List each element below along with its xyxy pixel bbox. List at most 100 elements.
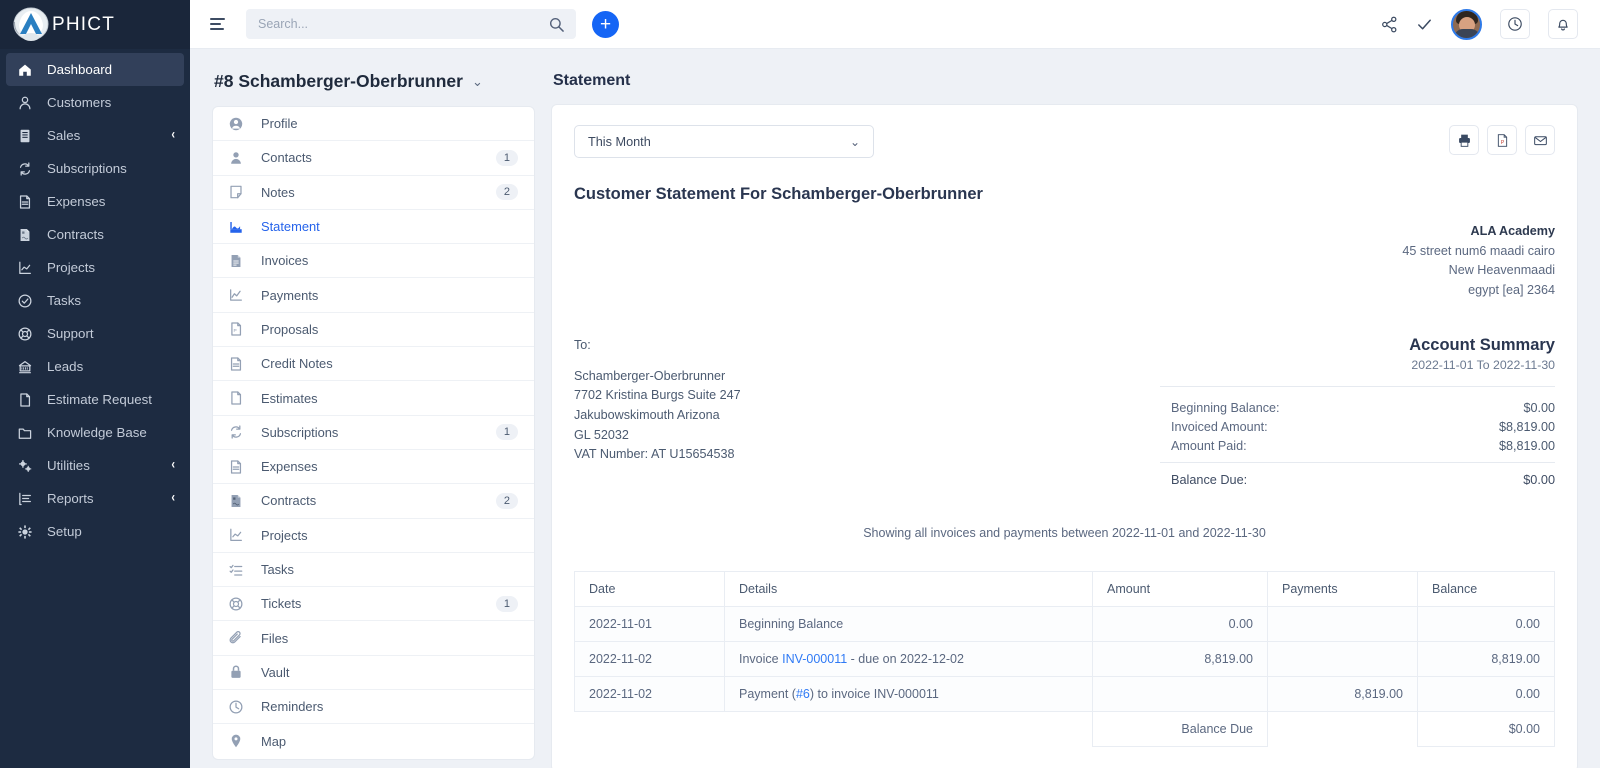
avatar[interactable] bbox=[1451, 8, 1482, 40]
customer-menu-item-subscriptions[interactable]: Subscriptions 1 bbox=[213, 416, 534, 450]
sidebar-item-tasks[interactable]: Tasks bbox=[6, 284, 184, 317]
sidebar-item-setup[interactable]: Setup bbox=[6, 515, 184, 548]
sidebar-item-contracts[interactable]: Contracts bbox=[6, 218, 184, 251]
summary-row: Amount Paid: $8,819.00 bbox=[1160, 434, 1555, 453]
detail-post: - due on 2022-12-02 bbox=[847, 652, 964, 667]
refresh-icon bbox=[17, 161, 37, 177]
customer-menu-item-reminders[interactable]: Reminders bbox=[213, 690, 534, 725]
customer-menu-item-label: Tasks bbox=[261, 562, 294, 577]
to-address: To: Schamberger-Oberbrunner 7702 Kristin… bbox=[574, 336, 741, 487]
footer-balance-label: Balance Due bbox=[1092, 711, 1268, 748]
summary-row-label: Invoiced Amount: bbox=[1171, 420, 1268, 435]
customer-menu-item-expenses[interactable]: Expenses bbox=[213, 450, 534, 485]
period-select[interactable]: This Month ⌄ bbox=[574, 125, 874, 158]
customer-menu-item-contracts[interactable]: Contracts 2 bbox=[213, 484, 534, 519]
estimate-icon bbox=[228, 390, 247, 406]
table-row: 2022-11-01 Beginning Balance 0.00 0.00 bbox=[574, 606, 1555, 643]
customer-menu-item-profile[interactable]: Profile bbox=[213, 107, 534, 142]
contract-icon bbox=[17, 227, 37, 243]
clock-icon[interactable] bbox=[1500, 9, 1530, 39]
customer-menu-item-proposals[interactable]: P Proposals bbox=[213, 313, 534, 348]
org-line1: 45 street num6 maadi cairo bbox=[1402, 243, 1555, 258]
customer-menu-item-statement[interactable]: Statement bbox=[213, 210, 534, 245]
customer-menu-item-label: Notes bbox=[261, 184, 295, 200]
customer-menu-item-tickets[interactable]: Tickets 1 bbox=[213, 587, 534, 622]
chevron-down-icon[interactable]: ⌄ bbox=[472, 74, 483, 90]
share-icon[interactable] bbox=[1381, 16, 1398, 33]
sidebar-item-label: Contracts bbox=[47, 227, 104, 242]
customer-menu-item-label: Expenses bbox=[261, 459, 318, 475]
sidebar-item-projects[interactable]: Projects bbox=[6, 251, 184, 284]
sidebar-item-utilities[interactable]: Utilities ‹ bbox=[6, 449, 184, 482]
cell-payments bbox=[1267, 606, 1418, 643]
table-row: 2022-11-02 Payment (#6) to invoice INV-00… bbox=[574, 676, 1555, 713]
customer-menu-item-label: Tickets bbox=[261, 596, 302, 612]
sidebar-item-customers[interactable]: Customers bbox=[6, 86, 184, 119]
customer-menu-item-label: Subscriptions bbox=[261, 424, 339, 440]
chevron-left-icon[interactable]: ‹ bbox=[171, 458, 175, 473]
customer-title-row[interactable]: #8 Schamberger-Oberbrunner ⌄ bbox=[212, 49, 535, 106]
to-line1: 7702 Kristina Burgs Suite 247 bbox=[574, 388, 741, 403]
sidebar-item-dashboard[interactable]: Dashboard bbox=[6, 53, 184, 86]
hamburger-icon[interactable] bbox=[206, 13, 228, 35]
search-box[interactable] bbox=[246, 9, 576, 39]
refresh-icon bbox=[228, 424, 247, 440]
customer-menu-item-invoices[interactable]: Invoices bbox=[213, 244, 534, 279]
cell-balance: 8,819.00 bbox=[1417, 641, 1555, 678]
customer-menu-item-label: Reminders bbox=[261, 699, 324, 715]
cell-date: 2022-11-02 bbox=[574, 676, 725, 713]
brand-logo-area[interactable]: PHICT bbox=[0, 0, 190, 49]
cell-payments bbox=[1267, 641, 1418, 678]
add-new-button[interactable]: + bbox=[592, 10, 619, 38]
sidebar-item-label: Subscriptions bbox=[47, 161, 127, 176]
sidebar-item-estimate-request[interactable]: Estimate Request bbox=[6, 383, 184, 416]
detail-link[interactable]: #6 bbox=[796, 687, 810, 701]
search-input[interactable] bbox=[258, 17, 549, 31]
customer-menu-item-files[interactable]: Files bbox=[213, 621, 534, 656]
sidebar-item-reports[interactable]: Reports ‹ bbox=[6, 482, 184, 515]
customer-menu-item-tasks[interactable]: Tasks bbox=[213, 553, 534, 588]
svg-text:P: P bbox=[234, 328, 237, 334]
chevron-left-icon[interactable]: ‹ bbox=[171, 491, 175, 506]
customer-menu: Profile Contacts 1 Notes 2 Statement Invoices P… bbox=[212, 106, 535, 760]
chevron-left-icon[interactable]: ‹ bbox=[171, 128, 175, 143]
pdf-button[interactable]: P bbox=[1487, 125, 1517, 155]
print-button[interactable] bbox=[1449, 125, 1479, 155]
detail-link[interactable]: INV-000011 bbox=[782, 652, 847, 666]
document-icon bbox=[17, 392, 37, 408]
project-chart-icon bbox=[17, 260, 37, 276]
footer-blank-1 bbox=[574, 711, 725, 747]
customer-menu-item-projects[interactable]: Projects bbox=[213, 519, 534, 553]
customer-menu-item-payments[interactable]: Payments bbox=[213, 278, 534, 313]
sidebar-item-leads[interactable]: Leads bbox=[6, 350, 184, 383]
sidebar-item-subscriptions[interactable]: Subscriptions bbox=[6, 152, 184, 185]
customer-menu-item-map[interactable]: Map bbox=[213, 724, 534, 758]
customer-menu-item-contacts[interactable]: Contacts 1 bbox=[213, 141, 534, 176]
main-area: + bbox=[190, 0, 1600, 768]
customer-menu-item-label: Statement bbox=[261, 219, 320, 235]
customer-menu-item-estimates[interactable]: Estimates bbox=[213, 381, 534, 416]
org-line2: New Heavenmaadi bbox=[1448, 263, 1555, 278]
sidebar-item-sales[interactable]: Sales ‹ bbox=[6, 119, 184, 152]
customer-menu-item-notes[interactable]: Notes 2 bbox=[213, 176, 534, 210]
table-row: 2022-11-02 Invoice INV-000011 - due on 20… bbox=[574, 641, 1555, 678]
col-details: Details bbox=[724, 571, 1093, 608]
check-icon[interactable] bbox=[1416, 16, 1433, 33]
to-name: Schamberger-Oberbrunner bbox=[574, 368, 726, 383]
customer-menu-item-label: Contracts bbox=[261, 493, 317, 509]
customer-menu-item-credit-notes[interactable]: Credit Notes bbox=[213, 347, 534, 382]
sidebar-item-expenses[interactable]: Expenses bbox=[6, 185, 184, 218]
sidebar-item-support[interactable]: Support bbox=[6, 317, 184, 350]
sidebar-item-label: Estimate Request bbox=[47, 392, 152, 407]
search-icon[interactable] bbox=[549, 17, 564, 32]
summary-total-label: Balance Due: bbox=[1171, 473, 1248, 488]
cell-details: Invoice INV-000011 - due on 2022-12-02 bbox=[724, 641, 1093, 678]
customer-menu-item-label: Files bbox=[261, 630, 289, 646]
org-line3: egypt [ea] 2364 bbox=[1468, 282, 1555, 297]
customer-menu-item-vault[interactable]: Vault bbox=[213, 656, 534, 691]
sidebar-item-knowledge-base[interactable]: Knowledge Base bbox=[6, 416, 184, 449]
sidebar-nav: Dashboard Customers Sales ‹ Subscriptions Exp… bbox=[0, 49, 190, 548]
email-button[interactable] bbox=[1525, 125, 1555, 155]
badge-count: 1 bbox=[495, 424, 518, 441]
bell-icon[interactable] bbox=[1548, 9, 1578, 39]
